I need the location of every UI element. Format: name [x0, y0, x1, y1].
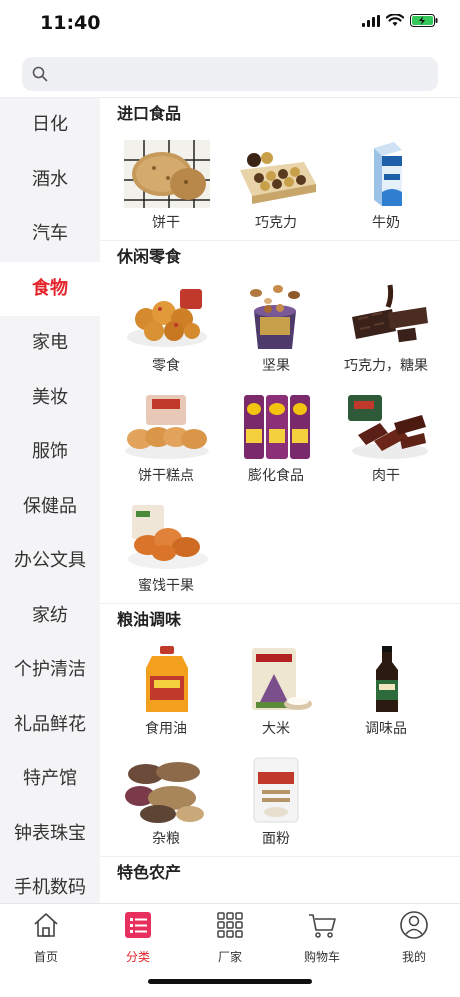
- sidebar-item-beverages[interactable]: 酒水: [0, 153, 100, 208]
- sidebar-item-office[interactable]: 办公文具: [0, 534, 100, 589]
- grid-icon: [217, 912, 243, 938]
- product-label: 巧克力: [255, 215, 297, 231]
- sidebar-item-appliances[interactable]: 家电: [0, 316, 100, 371]
- section-title: 特色农产: [117, 863, 182, 882]
- product-label: 坚果: [262, 358, 290, 374]
- snacks-image: [124, 283, 210, 351]
- category-list-icon: [125, 912, 151, 938]
- home-icon: [34, 913, 58, 937]
- product-tile-biscuit[interactable]: 饼干: [111, 130, 221, 240]
- sidebar-item-personal-care[interactable]: 个护清洁: [0, 643, 100, 698]
- product-label: 蜜饯干果: [138, 578, 194, 594]
- section-title: 休闲零食: [117, 247, 182, 266]
- product-grid: 食用油 大米 调味品 杂粮 面粉: [100, 636, 460, 856]
- status-icons: [362, 14, 438, 27]
- product-tile-cakes[interactable]: 饼干糕点: [111, 383, 221, 493]
- tab-label: 购物车: [303, 950, 340, 964]
- sidebar-item-automotive[interactable]: 汽车: [0, 207, 100, 262]
- sidebar-item-health[interactable]: 保健品: [0, 480, 100, 535]
- wifi-icon: [386, 14, 404, 26]
- nuts-image: [234, 283, 320, 351]
- grains-image: [124, 756, 210, 824]
- product-label: 食用油: [145, 721, 187, 737]
- cakes-image: [124, 393, 210, 461]
- tab-cart[interactable]: 购物车: [276, 910, 368, 965]
- seasoning-bottle-image: [344, 646, 430, 714]
- tab-label: 首页: [33, 950, 58, 964]
- chocolate-bar-image: [344, 283, 430, 351]
- sidebar-item-gifts-flowers[interactable]: 礼品鲜花: [0, 698, 100, 753]
- product-label: 面粉: [262, 831, 290, 847]
- battery-charging-icon: [410, 14, 438, 27]
- sidebar-item-digital[interactable]: 手机数码: [0, 861, 100, 903]
- section-title: 进口食品: [117, 104, 182, 123]
- product-label: 肉干: [372, 468, 400, 484]
- tab-mine[interactable]: 我的: [368, 910, 460, 965]
- search-input[interactable]: [56, 57, 430, 93]
- product-label: 零食: [152, 358, 180, 374]
- preserved-fruit-image: [124, 503, 210, 571]
- product-tile-rice[interactable]: 大米: [221, 636, 331, 746]
- product-label: 大米: [262, 721, 290, 737]
- category-content: 进口食品 饼干 巧克力 牛奶 休闲零食 零食 坚果 巧克力，糖果 饼干糕点 膨化…: [100, 98, 460, 903]
- sidebar-item-food[interactable]: 食物: [0, 261, 100, 316]
- jerky-image: [344, 393, 430, 461]
- product-tile-milk[interactable]: 牛奶: [331, 130, 441, 240]
- product-label: 调味品: [365, 721, 407, 737]
- tab-label: 分类: [125, 950, 150, 964]
- sidebar-item-specialty[interactable]: 特产馆: [0, 752, 100, 807]
- tab-label: 我的: [401, 950, 426, 964]
- category-sidebar: 日化 酒水 汽车 食物 家电 美妆 服饰 保健品 办公文具 家纺 个护清洁 礼品…: [0, 98, 100, 903]
- product-tile-nuts[interactable]: 坚果: [221, 273, 331, 383]
- product-tile-preserved-fruit[interactable]: 蜜饯干果: [111, 493, 221, 603]
- product-tile-grains[interactable]: 杂粮: [111, 746, 221, 856]
- home-indicator: [148, 979, 312, 984]
- tab-home[interactable]: 首页: [0, 910, 92, 965]
- product-tile-chocolate[interactable]: 巧克力: [221, 130, 331, 240]
- product-label: 饼干: [152, 215, 180, 231]
- search-bar[interactable]: [22, 57, 438, 93]
- status-time: 11:40: [40, 12, 101, 34]
- signal-icon: [362, 14, 380, 27]
- puffed-food-image: [234, 393, 320, 461]
- product-tile-seasoning[interactable]: 调味品: [331, 636, 441, 746]
- product-tile-chocolate-candy[interactable]: 巧克力，糖果: [331, 273, 441, 383]
- product-label: 牛奶: [372, 215, 400, 231]
- rice-bag-image: [234, 646, 320, 714]
- product-tile-cooking-oil[interactable]: 食用油: [111, 636, 221, 746]
- sidebar-item-daily-chemicals[interactable]: 日化: [0, 98, 100, 153]
- product-grid: 零食 坚果 巧克力，糖果 饼干糕点 膨化食品 肉干 蜜饯干果: [100, 273, 460, 603]
- milk-carton-image: [344, 140, 430, 208]
- user-icon: [400, 911, 428, 939]
- cart-icon: [309, 914, 336, 938]
- sidebar-item-beauty[interactable]: 美妆: [0, 371, 100, 426]
- product-label: 杂粮: [152, 831, 180, 847]
- product-tile-puffed-food[interactable]: 膨化食品: [221, 383, 331, 493]
- biscuit-image: [124, 140, 210, 208]
- sidebar-item-apparel[interactable]: 服饰: [0, 425, 100, 480]
- product-tile-jerky[interactable]: 肉干: [331, 383, 441, 493]
- tab-label: 厂家: [217, 950, 242, 964]
- product-tile-flour[interactable]: 面粉: [221, 746, 331, 856]
- product-label: 饼干糕点: [138, 468, 194, 484]
- search-icon: [32, 66, 48, 82]
- status-bar: 11:40: [0, 0, 460, 50]
- sidebar-item-watches-jewelry[interactable]: 钟表珠宝: [0, 807, 100, 862]
- product-label: 巧克力，糖果: [344, 358, 428, 374]
- sidebar-item-home-textile[interactable]: 家纺: [0, 589, 100, 644]
- chocolate-box-image: [234, 140, 320, 208]
- cooking-oil-image: [124, 646, 210, 714]
- product-label: 膨化食品: [248, 468, 304, 484]
- flour-bag-image: [234, 756, 320, 824]
- product-tile-snacks[interactable]: 零食: [111, 273, 221, 383]
- section-title: 粮油调味: [117, 610, 182, 629]
- tab-factory[interactable]: 厂家: [184, 910, 276, 965]
- tab-category[interactable]: 分类: [92, 910, 184, 965]
- product-grid: 饼干 巧克力 牛奶: [100, 130, 460, 240]
